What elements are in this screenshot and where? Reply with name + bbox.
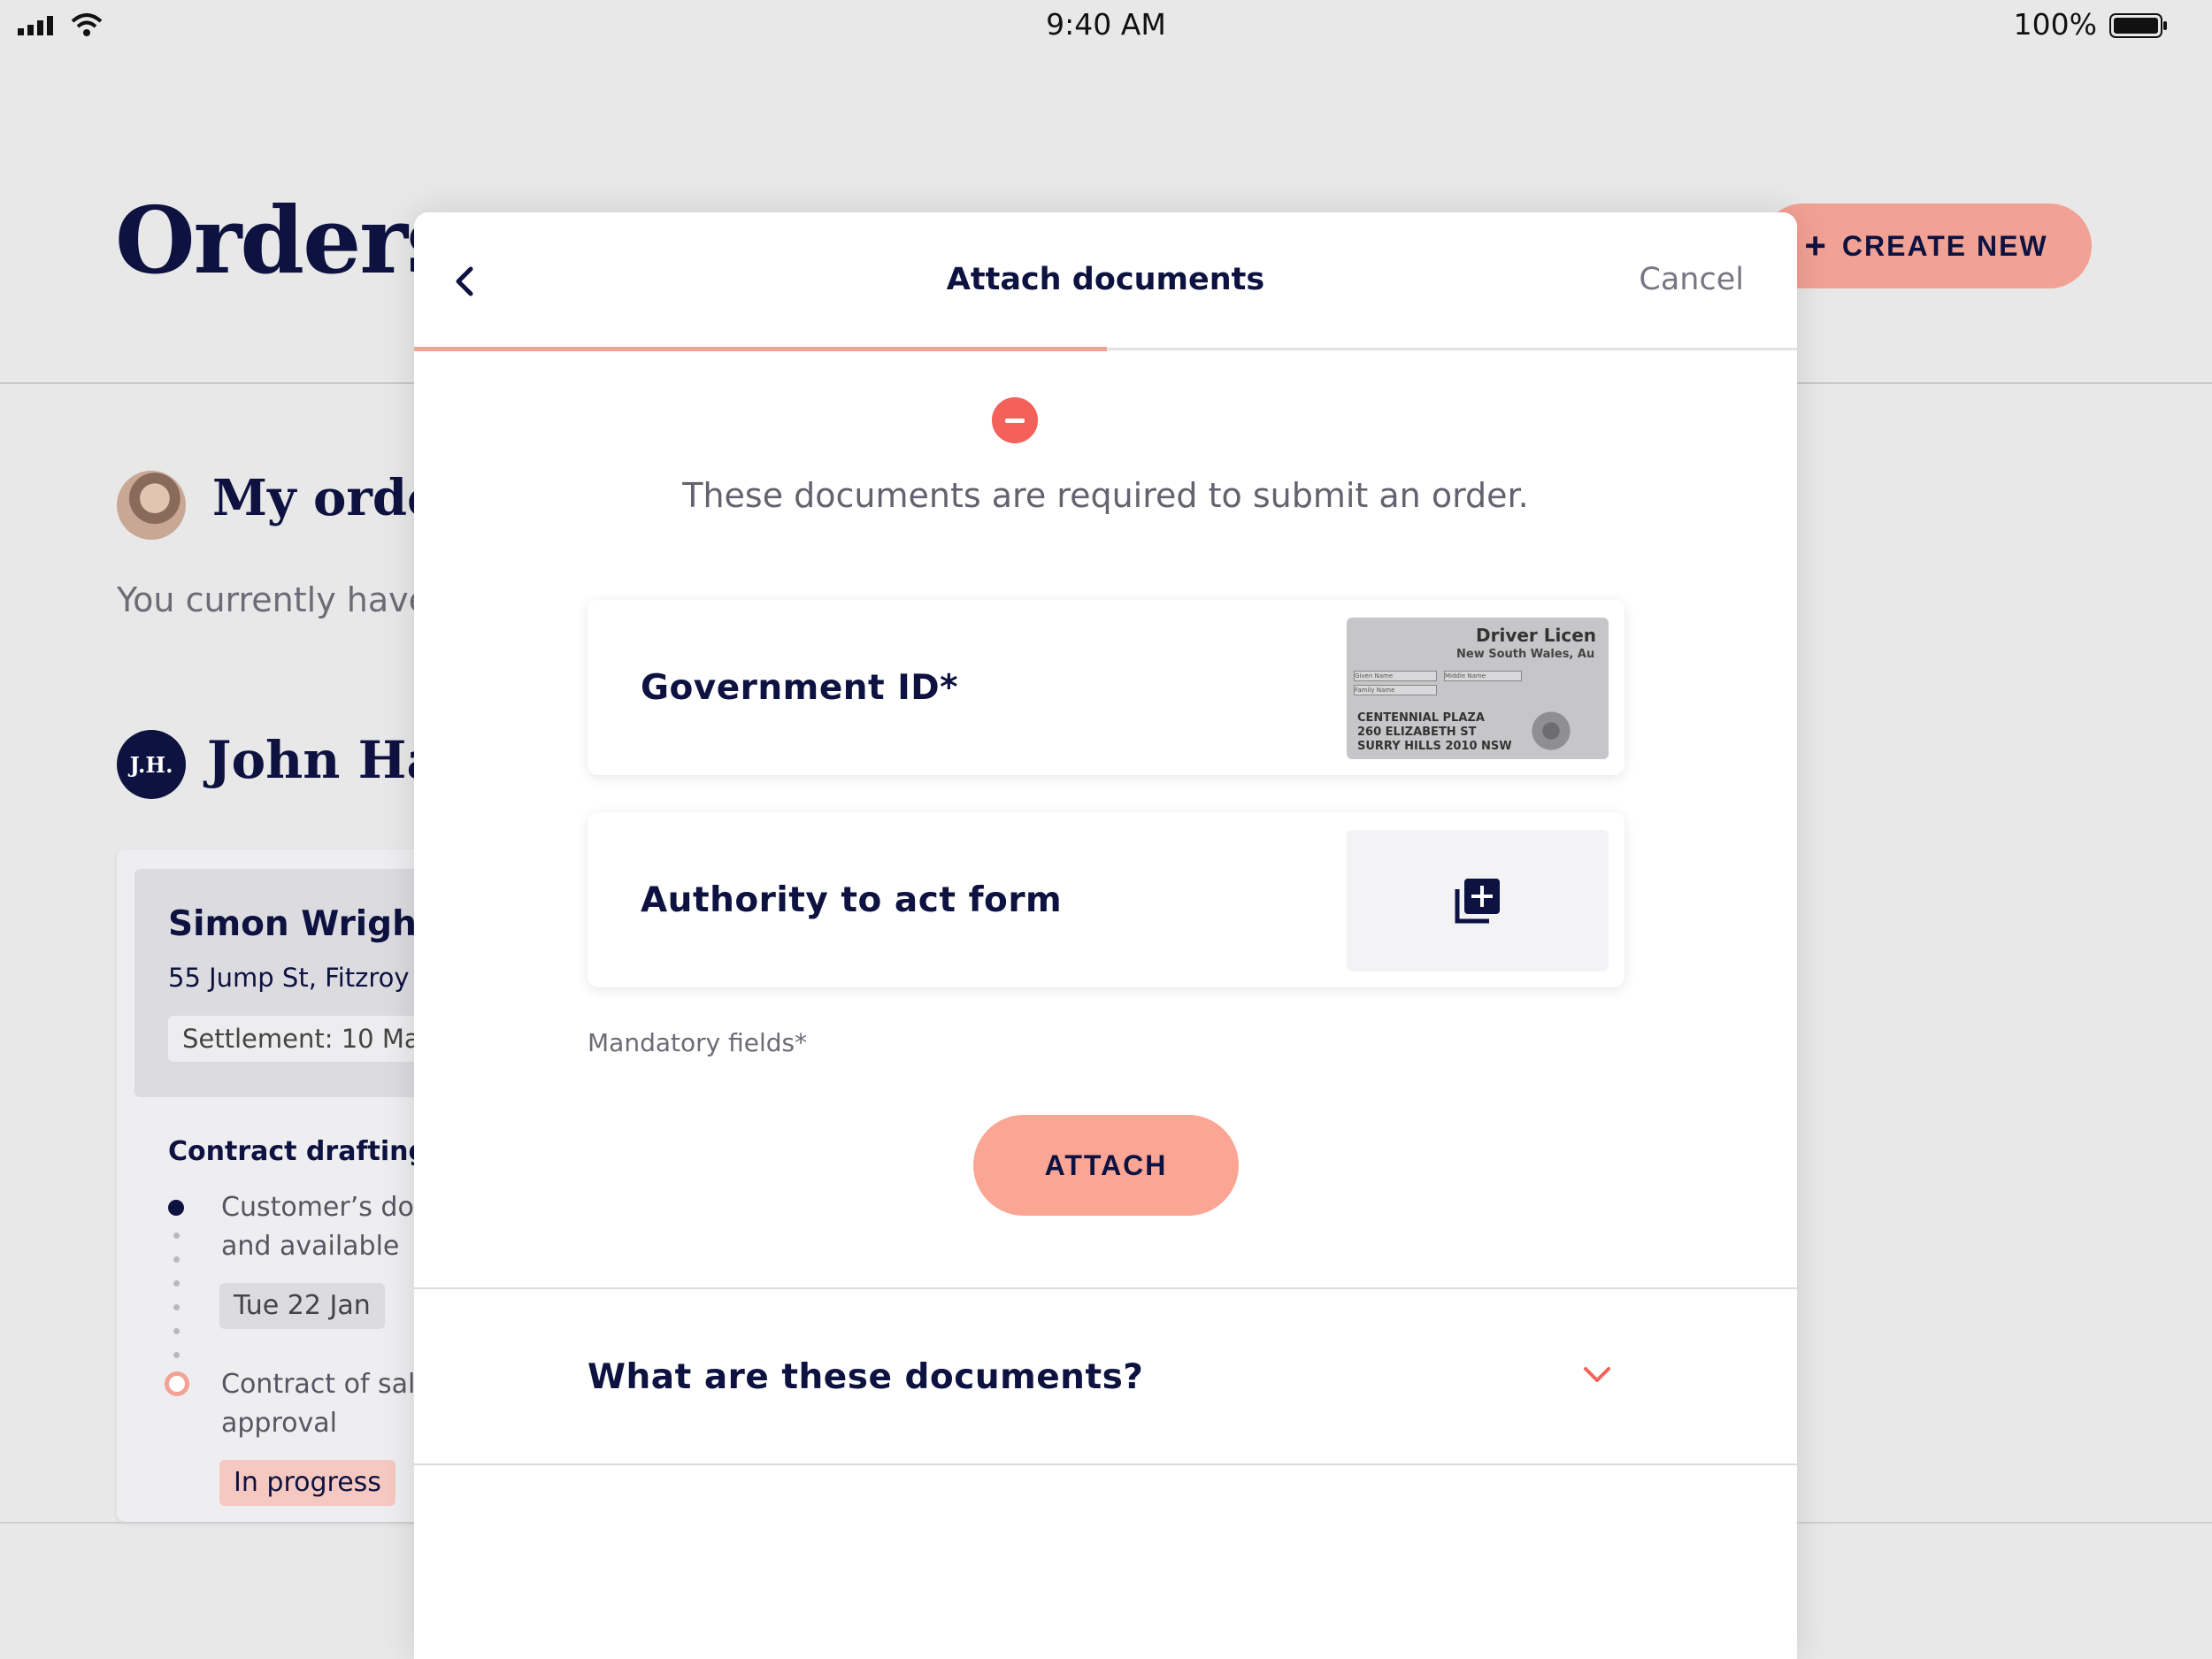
orders-subtitle: You currently have xyxy=(117,580,430,619)
document-card-authority-to-act[interactable]: Authority to act form xyxy=(588,812,1624,987)
page-title: Orders xyxy=(115,186,458,295)
create-new-button[interactable]: + CREATE NEW xyxy=(1761,204,2092,288)
license-field: Family Name xyxy=(1354,685,1437,695)
order-client-name: Simon Wright xyxy=(168,904,434,944)
faq-divider-bottom xyxy=(414,1463,1797,1465)
status-time: 9:40 AM xyxy=(1046,7,1166,42)
timeline-connector-dot xyxy=(173,1280,180,1286)
timeline-dot-complete xyxy=(168,1200,184,1216)
mandatory-fields-note: Mandatory fields* xyxy=(588,1028,808,1057)
license-subtitle: New South Wales, Au xyxy=(1456,648,1595,661)
license-emblem xyxy=(1520,703,1582,759)
faq-divider-top xyxy=(414,1287,1797,1289)
status-bar: 9:40 AM 100% xyxy=(0,0,2212,53)
timeline-step-text: approval xyxy=(221,1408,337,1439)
settlement-badge: Settlement: 10 May xyxy=(168,1016,449,1062)
battery-icon xyxy=(2109,13,2167,38)
license-address: CENTENNIAL PLAZA 260 ELIZABETH ST SURRY … xyxy=(1357,711,1512,753)
document-label: Government ID* xyxy=(641,667,959,708)
document-label: Authority to act form xyxy=(641,879,1063,920)
drivers-license-thumbnail[interactable]: Driver Licen New South Wales, Au Given N… xyxy=(1347,618,1609,759)
license-field: Given Name xyxy=(1354,671,1437,681)
section-title: Contract drafting xyxy=(168,1136,427,1167)
plus-icon: + xyxy=(1804,225,1826,266)
license-title: Driver Licen xyxy=(1476,625,1597,646)
user-avatar xyxy=(117,471,186,540)
remove-document-button[interactable] xyxy=(989,395,1041,446)
client-avatar: J.H. xyxy=(117,730,186,799)
timeline-connector-dot xyxy=(173,1352,180,1358)
date-badge: Tue 22 Jan xyxy=(219,1283,385,1329)
timeline-connector-dot xyxy=(173,1256,180,1263)
faq-toggle-label[interactable]: What are these documents? xyxy=(588,1357,1143,1397)
timeline-dot-in-progress xyxy=(165,1371,189,1396)
timeline-connector-dot xyxy=(173,1328,180,1334)
timeline-step-text: Customer’s doc xyxy=(221,1192,429,1223)
order-address: 55 Jump St, Fitzroy xyxy=(168,963,410,993)
battery-percentage: 100% xyxy=(2013,7,2097,42)
timeline-step-text: and available xyxy=(221,1231,400,1262)
timeline-step-text: Contract of sale xyxy=(221,1369,432,1400)
license-field: Middle Name xyxy=(1444,671,1522,681)
modal-intro-text: These documents are required to submit a… xyxy=(682,476,1529,515)
timeline-connector-dot xyxy=(173,1233,180,1239)
status-badge: In progress xyxy=(219,1460,396,1506)
create-new-label: CREATE NEW xyxy=(1841,229,2048,262)
timeline-connector-dot xyxy=(173,1304,180,1310)
modal-title: Attach documents xyxy=(946,262,1265,297)
add-document-button[interactable] xyxy=(1347,830,1609,972)
progress-indicator xyxy=(414,347,1107,351)
attach-documents-modal: Attach documents Cancel These documents … xyxy=(414,212,1797,1659)
add-photo-library-icon xyxy=(1455,879,1500,924)
cancel-button[interactable]: Cancel xyxy=(1639,262,1744,297)
attach-button[interactable]: ATTACH xyxy=(973,1115,1239,1216)
document-card-government-id[interactable]: Government ID* Driver Licen New South Wa… xyxy=(588,600,1624,775)
chevron-down-icon[interactable] xyxy=(1582,1364,1612,1386)
minus-icon xyxy=(1005,418,1025,423)
